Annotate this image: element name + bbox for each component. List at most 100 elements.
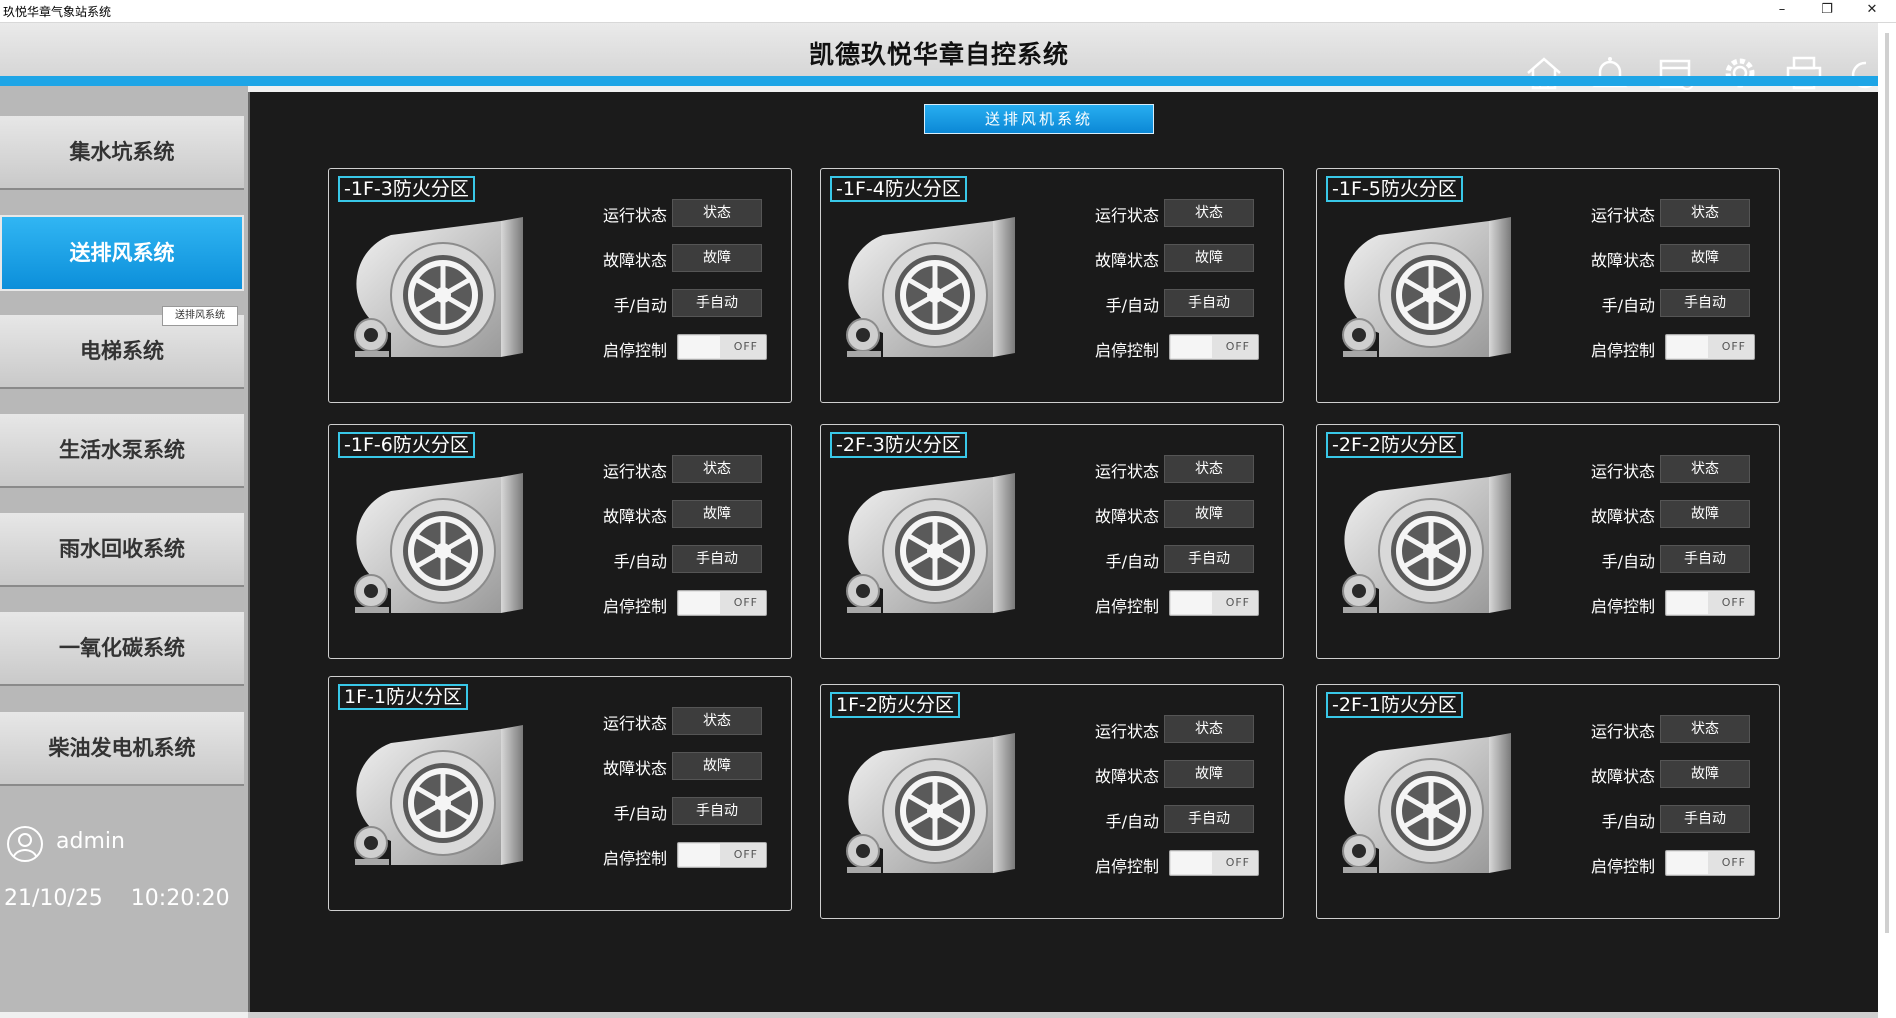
control-label: 启停控制	[1094, 597, 1159, 616]
toggle-knob	[1667, 852, 1708, 874]
run-status-button[interactable]: 状态	[672, 707, 762, 735]
scrollbar-thumb[interactable]	[1885, 33, 1889, 933]
fan-panel: -2F-3防火分区 运行状态 状态 故障状态 故障 手/自动 手自动 启停控制 OFF	[820, 424, 1284, 659]
toggle-state: OFF	[733, 848, 758, 861]
sidebar: 集水坑系统 送排风系统 电梯系统 生活水泵系统 雨水回收系统 一氧化碳系统 柴油…	[0, 86, 248, 1012]
start-stop-toggle[interactable]: OFF	[1169, 850, 1259, 876]
mode-label: 手/自动	[1601, 812, 1655, 831]
mode-status-button[interactable]: 手自动	[672, 545, 762, 573]
zone-title: -2F-3防火分区	[830, 432, 967, 458]
toggle-knob	[1171, 592, 1212, 614]
fan-panel: -1F-6防火分区 运行状态 状态 故障状态 故障 手/自动 手自动 启停控制 OFF	[328, 424, 792, 659]
fault-status-button[interactable]: 故障	[672, 244, 762, 272]
control-label: 启停控制	[602, 341, 667, 360]
mode-status-button[interactable]: 手自动	[1660, 289, 1750, 317]
zone-title: 1F-2防火分区	[830, 692, 960, 718]
fault-status-button[interactable]: 故障	[1164, 760, 1254, 788]
tooltip: 送排风系统	[162, 306, 238, 326]
datetime: 21/10/25 10:20:20	[4, 886, 230, 911]
run-status-button[interactable]: 状态	[1660, 715, 1750, 743]
mode-status-button[interactable]: 手自动	[1660, 805, 1750, 833]
fault-status-button[interactable]: 故障	[1660, 244, 1750, 272]
mode-label: 手/自动	[1105, 812, 1159, 831]
toggle-knob	[679, 844, 720, 866]
toggle-state: OFF	[1225, 596, 1250, 609]
mode-label: 手/自动	[1105, 296, 1159, 315]
fault-status-button[interactable]: 故障	[1164, 500, 1254, 528]
mode-status-button[interactable]: 手自动	[672, 289, 762, 317]
restore-button[interactable]: ❐	[1805, 0, 1849, 22]
run-status-button[interactable]: 状态	[1164, 455, 1254, 483]
start-stop-toggle[interactable]: OFF	[677, 590, 767, 616]
fault-label: 故障状态	[602, 251, 667, 270]
minimize-button[interactable]: –	[1760, 0, 1804, 22]
sidebar-item-ventilation[interactable]: 送排风系统	[0, 215, 244, 291]
mode-status-button[interactable]: 手自动	[1164, 805, 1254, 833]
fan-panel: -2F-1防火分区 运行状态 状态 故障状态 故障 手/自动 手自动 启停控制 OFF	[1316, 684, 1780, 919]
fault-status-button[interactable]: 故障	[1164, 244, 1254, 272]
fault-status-button[interactable]: 故障	[1660, 500, 1750, 528]
mode-status-button[interactable]: 手自动	[1164, 545, 1254, 573]
date: 21/10/25	[4, 886, 103, 911]
run-status-button[interactable]: 状态	[1164, 715, 1254, 743]
run-label: 运行状态	[1094, 206, 1159, 225]
run-status-button[interactable]: 状态	[672, 199, 762, 227]
fault-label: 故障状态	[1094, 251, 1159, 270]
printer-icon[interactable]	[1784, 53, 1824, 93]
fan-icon	[351, 213, 541, 363]
run-status-button[interactable]: 状态	[1660, 455, 1750, 483]
start-stop-toggle[interactable]: OFF	[1169, 334, 1259, 360]
start-stop-toggle[interactable]: OFF	[677, 334, 767, 360]
zone-title: 1F-1防火分区	[338, 684, 468, 710]
run-label: 运行状态	[1590, 206, 1655, 225]
zone-title: -1F-6防火分区	[338, 432, 475, 458]
window-titlebar: 玖悦华章气象站系统 – ❐ ✕	[0, 0, 1896, 23]
toggle-knob	[679, 336, 720, 358]
fan-icon	[1339, 469, 1529, 619]
start-stop-toggle[interactable]: OFF	[677, 842, 767, 868]
run-label: 运行状态	[1590, 462, 1655, 481]
fan-icon	[843, 213, 1033, 363]
fan-panel: -1F-5防火分区 运行状态 状态 故障状态 故障 手/自动 手自动 启停控制 OFF	[1316, 168, 1780, 403]
sidebar-item-rainwater[interactable]: 雨水回收系统	[0, 513, 244, 587]
zone-title: -1F-3防火分区	[338, 176, 475, 202]
sidebar-item-water-pump[interactable]: 生活水泵系统	[0, 414, 244, 488]
sidebar-item-generator[interactable]: 柴油发电机系统	[0, 712, 244, 786]
run-status-button[interactable]: 状态	[1660, 199, 1750, 227]
toggle-knob	[679, 592, 720, 614]
bell-icon[interactable]	[1590, 53, 1630, 93]
zone-title: -1F-5防火分区	[1326, 176, 1463, 202]
sidebar-item-elevator[interactable]: 电梯系统	[0, 315, 244, 389]
fan-icon	[843, 729, 1033, 879]
run-label: 运行状态	[1094, 722, 1159, 741]
fan-icon	[351, 721, 541, 871]
app-header: 凯德玖悦华章自控系统	[0, 23, 1878, 90]
run-status-button[interactable]: 状态	[672, 455, 762, 483]
run-status-button[interactable]: 状态	[1164, 199, 1254, 227]
sidebar-item-co[interactable]: 一氧化碳系统	[0, 612, 244, 686]
calendar-icon[interactable]	[1656, 53, 1696, 93]
control-label: 启停控制	[602, 597, 667, 616]
start-stop-toggle[interactable]: OFF	[1665, 850, 1755, 876]
fault-label: 故障状态	[1094, 507, 1159, 526]
power-icon[interactable]	[1848, 53, 1876, 93]
start-stop-toggle[interactable]: OFF	[1169, 590, 1259, 616]
mode-status-button[interactable]: 手自动	[1660, 545, 1750, 573]
home-icon[interactable]	[1524, 53, 1564, 93]
fault-status-button[interactable]: 故障	[672, 500, 762, 528]
page-subtitle: 送排风机系统	[924, 104, 1154, 134]
mode-label: 手/自动	[1105, 552, 1159, 571]
fault-status-button[interactable]: 故障	[1660, 760, 1750, 788]
start-stop-toggle[interactable]: OFF	[1665, 334, 1755, 360]
start-stop-toggle[interactable]: OFF	[1665, 590, 1755, 616]
user-avatar-icon	[7, 826, 43, 862]
fan-icon	[351, 469, 541, 619]
time: 10:20:20	[130, 886, 230, 911]
sidebar-item-sump[interactable]: 集水坑系统	[0, 116, 244, 190]
mode-status-button[interactable]: 手自动	[672, 797, 762, 825]
gear-icon[interactable]	[1720, 53, 1760, 93]
close-button[interactable]: ✕	[1850, 0, 1894, 22]
fault-status-button[interactable]: 故障	[672, 752, 762, 780]
mode-status-button[interactable]: 手自动	[1164, 289, 1254, 317]
vertical-scrollbar[interactable]	[1878, 23, 1896, 1018]
